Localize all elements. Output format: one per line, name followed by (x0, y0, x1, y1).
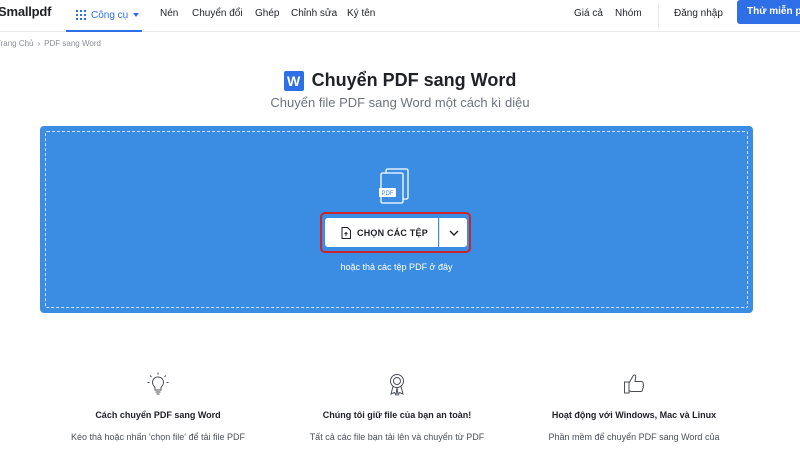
tools-menu-label: Công cụ (91, 9, 129, 21)
choose-files-label: CHỌN CÁC TỆP (357, 227, 428, 238)
chevron-down-icon (449, 230, 458, 236)
nav-item-merge[interactable]: Ghép (255, 8, 279, 19)
feature-text: Phần mềm để chuyển PDF sang Word của (548, 432, 720, 442)
smallpdf-logo[interactable]: Smallpdf (0, 4, 51, 19)
feature-text: Tất cả các file bạn tải lên và chuyển từ… (309, 432, 485, 442)
page-subtitle: Chuyển file PDF sang Word một cách kì di… (270, 95, 530, 110)
feature-title: Chúng tôi giữ file của bạn an toàn! (322, 410, 472, 420)
pdf-badge-text: PDF (382, 191, 394, 197)
nav-item-edit[interactable]: Chỉnh sửa (291, 8, 337, 19)
feature-how-to: Cách chuyển PDF sang Word Kéo thả hoặc n… (48, 372, 268, 444)
breadcrumb-separator: › (37, 39, 41, 48)
tools-menu[interactable]: Công cụ (66, 0, 142, 32)
breadcrumb: Trang Chủ›PDF sang Word (0, 39, 101, 48)
choose-files-button[interactable]: CHỌN CÁC TỆP (325, 218, 438, 247)
nav-item-convert[interactable]: Chuyển đổi (192, 8, 243, 19)
nav-divider (658, 3, 659, 29)
breadcrumb-home[interactable]: Trang Chủ (0, 39, 34, 48)
login-link[interactable]: Đăng nhập (674, 8, 723, 19)
feature-title: Hoạt động với Windows, Mac và Linux (551, 410, 717, 420)
free-trial-button[interactable]: Thử miễn phí (737, 0, 800, 24)
nav-item-teams[interactable]: Nhóm (615, 8, 642, 19)
nav-item-pricing[interactable]: Giá cả (574, 8, 603, 19)
award-icon (390, 374, 404, 396)
upload-options-dropdown[interactable] (439, 218, 467, 247)
lightbulb-icon (147, 372, 169, 395)
thumbs-up-icon (624, 374, 645, 394)
choose-files-highlight: CHỌN CÁC TỆP (320, 212, 471, 253)
drop-hint-text: hoặc thả các tệp PDF ở đây (340, 262, 453, 272)
page-title: Chuyển PDF sang Word (311, 70, 517, 90)
breadcrumb-current: PDF sang Word (44, 39, 101, 48)
pdf-documents-icon: PDF (379, 168, 409, 204)
feature-security: Chúng tôi giữ file của bạn an toàn! Tất … (287, 372, 507, 444)
nav-item-sign[interactable]: Ký tên (347, 8, 375, 19)
page-header: W Chuyển PDF sang Word (0, 70, 800, 91)
nav-item-compress[interactable]: Nén (160, 8, 178, 19)
feature-text: Kéo thả hoặc nhấn 'chọn file' để tải fil… (70, 432, 246, 442)
caret-down-icon (133, 13, 140, 17)
feature-title: Cách chuyển PDF sang Word (95, 410, 221, 420)
word-icon: W (283, 70, 304, 91)
top-navbar: Smallpdf Công cụ Nén Chuyển đổi Ghép Chỉ… (0, 0, 800, 32)
file-upload-icon (341, 226, 351, 239)
feature-platforms: Hoạt động với Windows, Mac và Linux Phần… (524, 372, 744, 444)
grid-icon (76, 10, 86, 20)
